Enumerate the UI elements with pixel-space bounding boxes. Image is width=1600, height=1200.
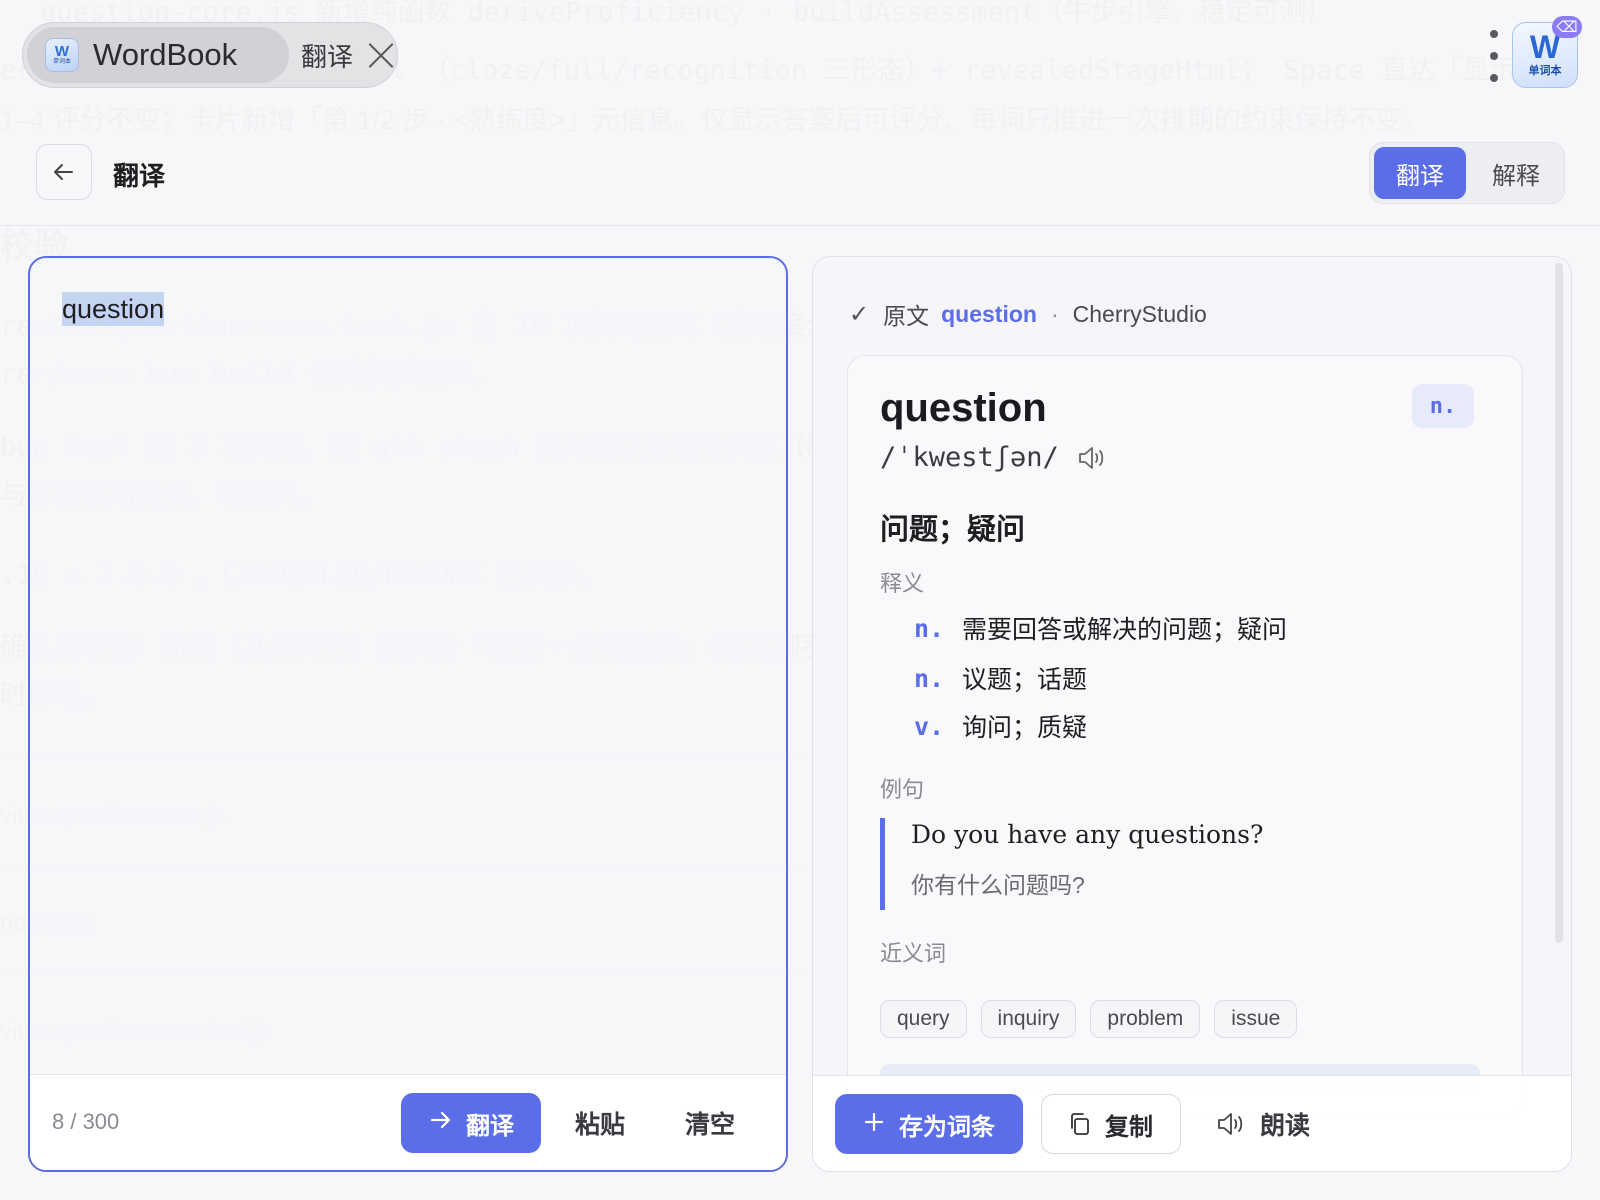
source-word: question <box>941 300 1037 327</box>
wordbook-app-icon: W 单词本 <box>45 38 79 72</box>
definition-text: 议题；话题 <box>962 666 1088 694</box>
synonyms-label: 近义词 <box>880 941 947 966</box>
source-info: ✓ 原文 question · CherryStudio <box>849 297 1207 331</box>
tab-wordbook[interactable]: W 单词本 WordBook <box>27 27 289 83</box>
copy-button[interactable]: 复制 <box>1041 1094 1181 1154</box>
result-toolbar: 存为词条 复制 朗读 <box>813 1075 1571 1171</box>
synonym-chip[interactable]: inquiry <box>980 1000 1077 1038</box>
definition-item: v. 询问；质疑 <box>914 708 1087 744</box>
source-text-input[interactable]: question <box>62 292 165 326</box>
result-scrollbar[interactable] <box>1555 263 1563 943</box>
input-toolbar: 8 / 300 翻译 粘贴 清空 <box>30 1074 786 1170</box>
dictionary-card: question n. /ˈkwestʃən/ 问题；疑问 释义 n. 需要回答… <box>847 355 1523 1115</box>
definition-item: n. 议题；话题 <box>914 660 1087 696</box>
definition-pos: n. <box>914 613 945 643</box>
app-icon-caption: 单词本 <box>52 59 71 65</box>
back-button[interactable] <box>36 144 92 200</box>
source-prefix: 原文 <box>883 303 930 329</box>
clear-button[interactable]: 清空 <box>670 1093 750 1153</box>
mode-translate-button[interactable]: 翻译 <box>1374 147 1466 199</box>
read-aloud-button[interactable]: 朗读 <box>1207 1094 1319 1154</box>
plugin-badge-icon[interactable]: ⌫ <box>1552 16 1582 38</box>
speaker-icon[interactable] <box>1077 445 1107 471</box>
copy-label: 复制 <box>1105 1113 1153 1141</box>
translate-button[interactable]: 翻译 <box>401 1093 541 1153</box>
definitions-label: 释义 <box>880 571 925 596</box>
save-entry-label: 存为词条 <box>899 1113 995 1141</box>
wordbook-window: W 单词本 WordBook 翻译 W 单词本 ⌫ 翻译 翻译 解释 quest… <box>0 0 1600 1200</box>
paste-button[interactable]: 粘贴 <box>560 1093 640 1153</box>
char-count: 8 / 300 <box>52 1109 120 1134</box>
definition-pos: n. <box>914 663 945 693</box>
examples-label: 例句 <box>880 777 925 802</box>
headword: question <box>880 386 1047 430</box>
pos-badge: n. <box>1412 384 1474 428</box>
definition-text: 需要回答或解决的问题；疑问 <box>962 616 1288 644</box>
plus-icon <box>863 1109 885 1140</box>
read-aloud-label: 朗读 <box>1259 1112 1310 1140</box>
arrow-right-icon <box>428 1108 452 1139</box>
synonym-chip[interactable]: problem <box>1090 1000 1201 1038</box>
app-icon-letter: W <box>54 43 70 60</box>
provider-name: CherryStudio <box>1072 300 1207 327</box>
example-chinese: 你有什么问题吗? <box>911 872 1085 898</box>
arrow-left-icon <box>54 164 73 180</box>
logo-letter: W <box>1529 29 1561 65</box>
close-icon[interactable] <box>367 41 395 69</box>
more-menu-icon[interactable] <box>1484 30 1504 82</box>
definition-pos: v. <box>914 711 945 741</box>
primary-gloss: 问题；疑问 <box>880 514 1026 546</box>
check-icon: ✓ <box>849 300 870 328</box>
mode-switch: 翻译 解释 <box>1369 142 1565 204</box>
synonym-list: query inquiry problem issue <box>880 1000 1298 1038</box>
phonetic: /ˈkwestʃən/ <box>880 442 1107 473</box>
result-panel: ✓ 原文 question · CherryStudio question n.… <box>812 256 1572 1172</box>
page-header: 翻译 翻译 解释 <box>0 130 1600 226</box>
definition-text: 询问；质疑 <box>962 714 1088 742</box>
tab-translate[interactable]: 翻译 <box>301 27 395 83</box>
page-title: 翻译 <box>113 161 166 191</box>
logo-caption: 单词本 <box>1528 65 1562 77</box>
tab-translate-label: 翻译 <box>301 41 354 72</box>
copy-icon <box>1069 1112 1091 1136</box>
definition-item: n. 需要回答或解决的问题；疑问 <box>914 610 1287 646</box>
synonym-chip[interactable]: issue <box>1214 1000 1298 1038</box>
phonetic-text: /ˈkwestʃən/ <box>880 442 1059 473</box>
speaker-icon <box>1216 1111 1246 1137</box>
selected-text: question <box>62 292 165 326</box>
example-english: Do you have any questions? <box>911 820 1264 849</box>
save-entry-button[interactable]: 存为词条 <box>835 1094 1023 1154</box>
source-input-panel[interactable]: question 8 / 300 翻译 粘贴 清空 <box>28 256 788 1172</box>
translate-button-label: 翻译 <box>466 1112 514 1140</box>
tab-title: WordBook <box>93 37 238 72</box>
tab-bar: W 单词本 WordBook 翻译 <box>22 22 398 88</box>
separator: · <box>1050 300 1059 327</box>
example-quote: Do you have any questions? 你有什么问题吗? <box>880 818 1480 910</box>
mode-explain-button[interactable]: 解释 <box>1470 147 1562 199</box>
synonym-chip[interactable]: query <box>880 1000 967 1038</box>
